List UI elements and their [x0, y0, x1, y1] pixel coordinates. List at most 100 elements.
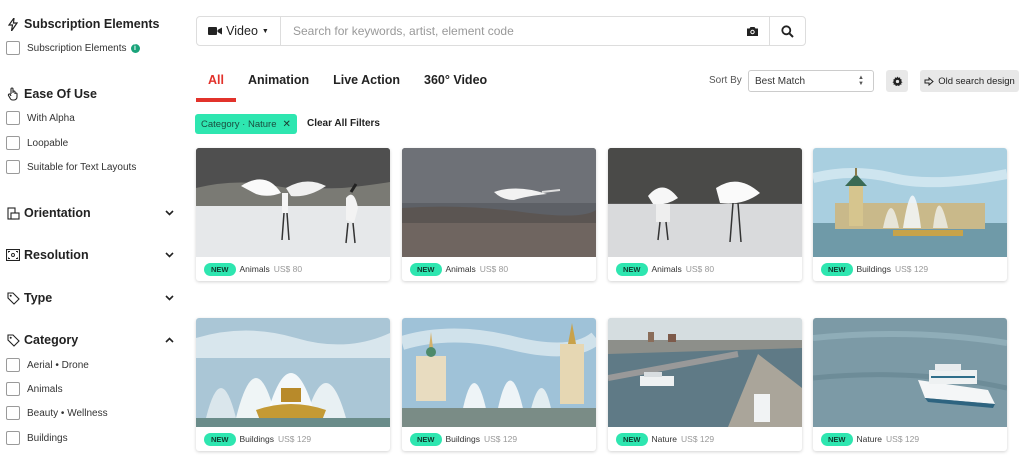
old-search-design-label: Old search design — [938, 75, 1015, 87]
checkbox[interactable] — [6, 406, 20, 420]
active-tab-underline — [196, 100, 236, 102]
tab-animation[interactable]: Animation — [236, 72, 321, 100]
card-price: US$ 129 — [484, 434, 518, 444]
video-thumbnail[interactable] — [813, 318, 1007, 427]
card-price: US$ 129 — [278, 434, 312, 444]
chevron-down-icon[interactable] — [165, 208, 174, 218]
result-card[interactable]: NEW Buildings US$ 129 — [196, 318, 390, 451]
camera-icon — [746, 26, 758, 36]
card-category[interactable]: Buildings — [446, 434, 481, 444]
type-heading[interactable]: Type — [6, 291, 174, 305]
settings-button[interactable] — [886, 70, 908, 92]
checkbox[interactable] — [6, 431, 20, 445]
chevron-down-icon[interactable] — [165, 293, 174, 303]
card-category[interactable]: Buildings — [857, 264, 892, 274]
result-card[interactable]: NEW Animals US$ 80 — [608, 148, 802, 281]
ease-of-use-heading[interactable]: Ease Of Use — [6, 87, 174, 101]
search-bar: Video ▼ — [196, 16, 806, 46]
media-type-dropdown[interactable]: Video ▼ — [197, 17, 281, 45]
option-label: Subscription Elements — [27, 42, 127, 54]
checkbox[interactable] — [6, 382, 20, 396]
option-buildings[interactable]: Buildings — [6, 431, 68, 445]
new-badge: NEW — [616, 432, 648, 446]
card-category[interactable]: Animals — [240, 264, 270, 274]
image-search-button[interactable] — [735, 17, 769, 45]
option-label: Aerial • Drone — [27, 359, 89, 371]
video-thumbnail[interactable] — [402, 148, 596, 257]
option-label: Buildings — [27, 432, 68, 444]
new-badge: NEW — [410, 262, 442, 276]
checkbox[interactable] — [6, 136, 20, 150]
checkbox[interactable] — [6, 160, 20, 174]
card-meta: NEW Nature US$ 129 — [608, 427, 802, 451]
tab-all[interactable]: All — [196, 72, 236, 100]
chevron-up-icon[interactable] — [165, 335, 174, 345]
tab-360-video[interactable]: 360° Video — [412, 72, 499, 100]
card-price: US$ 129 — [886, 434, 920, 444]
filter-chip-category-nature[interactable]: Category · Nature ✕ — [195, 114, 297, 134]
option-subscription-elements[interactable]: Subscription Elements i — [6, 41, 140, 55]
card-category[interactable]: Nature — [857, 434, 883, 444]
lightning-icon — [6, 17, 20, 31]
option-loopable[interactable]: Loopable — [6, 136, 68, 150]
sort-dropdown[interactable]: Best Match ▲ ▼ — [748, 70, 874, 92]
option-aerial-drone[interactable]: Aerial • Drone — [6, 358, 89, 372]
checkbox[interactable] — [6, 41, 20, 55]
search-input[interactable] — [281, 17, 735, 45]
option-animals[interactable]: Animals — [6, 382, 63, 396]
video-thumbnail[interactable] — [196, 148, 390, 257]
card-category[interactable]: Animals — [652, 264, 682, 274]
result-card[interactable]: NEW Buildings US$ 129 — [402, 318, 596, 451]
remove-filter-icon[interactable]: ✕ — [283, 119, 291, 130]
new-badge: NEW — [204, 262, 236, 276]
card-category[interactable]: Animals — [446, 264, 476, 274]
old-search-design-button[interactable]: Old search design — [920, 70, 1019, 92]
video-thumbnail[interactable] — [608, 318, 802, 427]
arrow-right-icon — [924, 76, 934, 86]
card-category[interactable]: Buildings — [240, 434, 275, 444]
resolution-heading[interactable]: Resolution — [6, 248, 174, 262]
card-price: US$ 129 — [681, 434, 715, 444]
video-thumbnail[interactable] — [608, 148, 802, 257]
result-card[interactable]: NEW Animals US$ 80 — [402, 148, 596, 281]
result-card[interactable]: NEW Nature US$ 129 — [813, 318, 1007, 451]
orientation-icon — [6, 206, 20, 220]
sort-value: Best Match — [755, 75, 806, 87]
new-badge: NEW — [204, 432, 236, 446]
option-label: With Alpha — [27, 112, 75, 124]
sort-by-label: Sort By — [709, 75, 742, 86]
tab-live-action[interactable]: Live Action — [321, 72, 412, 100]
video-camera-icon — [208, 27, 223, 35]
checkbox[interactable] — [6, 111, 20, 125]
info-icon[interactable]: i — [130, 43, 140, 53]
hand-pointer-icon — [6, 87, 20, 101]
card-price: US$ 80 — [273, 264, 303, 274]
orientation-heading[interactable]: Orientation — [6, 206, 174, 220]
video-thumbnail[interactable] — [196, 318, 390, 427]
category-heading[interactable]: Category — [6, 333, 174, 347]
caret-down-icon: ▼ — [261, 27, 269, 35]
clear-all-filters-link[interactable]: Clear All Filters — [307, 118, 380, 129]
chevron-down-icon[interactable] — [165, 250, 174, 260]
section-title: Ease Of Use — [24, 87, 97, 101]
subscription-elements-heading: Subscription Elements — [6, 17, 174, 31]
search-button[interactable] — [769, 17, 805, 45]
option-with-alpha[interactable]: With Alpha — [6, 111, 75, 125]
result-card[interactable]: NEW Nature US$ 129 — [608, 318, 802, 451]
result-card[interactable]: NEW Animals US$ 80 — [196, 148, 390, 281]
checkbox[interactable] — [6, 358, 20, 372]
result-card[interactable]: NEW Buildings US$ 129 — [813, 148, 1007, 281]
video-thumbnail[interactable] — [813, 148, 1007, 257]
option-label: Loopable — [27, 137, 69, 149]
video-thumbnail[interactable] — [402, 318, 596, 427]
option-label: Beauty • Wellness — [27, 407, 108, 419]
filter-sidebar: Subscription Elements Subscription Eleme… — [0, 0, 180, 456]
card-category[interactable]: Nature — [652, 434, 678, 444]
card-meta: NEW Buildings US$ 129 — [813, 257, 1007, 281]
new-badge: NEW — [616, 262, 648, 276]
section-title: Subscription Elements — [24, 17, 160, 31]
option-suitable-text-layouts[interactable]: Suitable for Text Layouts — [6, 160, 136, 174]
card-meta: NEW Nature US$ 129 — [813, 427, 1007, 451]
option-beauty-wellness[interactable]: Beauty • Wellness — [6, 406, 108, 420]
card-meta: NEW Animals US$ 80 — [196, 257, 390, 281]
